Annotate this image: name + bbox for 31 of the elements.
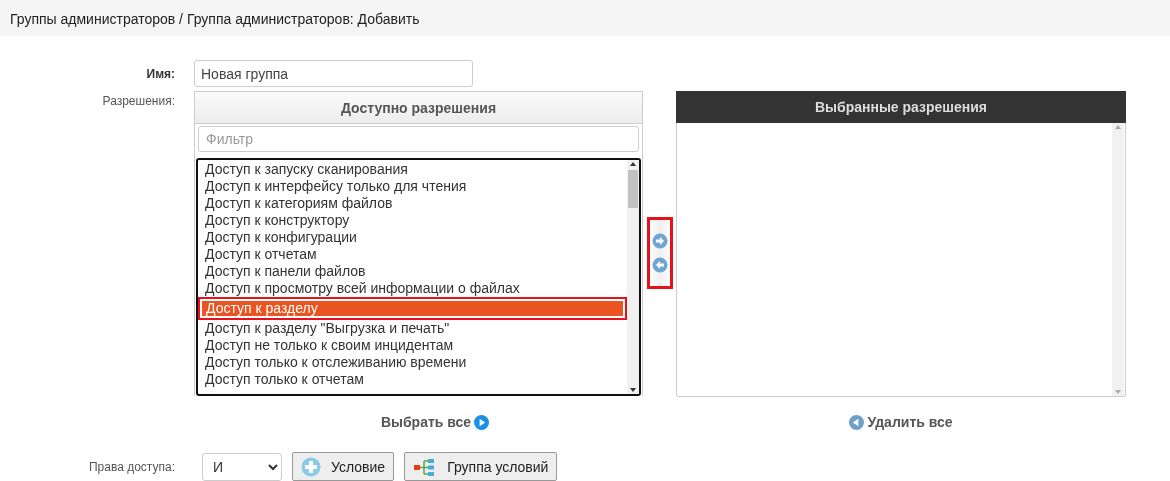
permission-item[interactable]: Доступ к конфигурации bbox=[200, 229, 625, 246]
breadcrumb: Группы администраторов / Группа администраторов: Добавить bbox=[10, 11, 420, 27]
permission-item[interactable]: Доступ к просмотру всей информации о файлах bbox=[200, 280, 625, 297]
back-icon[interactable] bbox=[849, 414, 865, 430]
permission-item[interactable]: Доступ только к отслеживанию времени bbox=[200, 354, 625, 371]
condition-group-button[interactable]: Группа условий bbox=[404, 452, 558, 481]
remove-all-link[interactable]: Удалить все bbox=[849, 414, 953, 430]
field-label: Имя: bbox=[145, 66, 175, 83]
permission-item[interactable]: Доступ к интерфейсу только для чтения bbox=[200, 178, 625, 195]
field-label: Разрешения: bbox=[101, 93, 175, 110]
permission-item[interactable]: Доступ к панели файлов bbox=[200, 263, 625, 280]
permission-item[interactable]: Доступ не только к своим инцидентам bbox=[200, 337, 625, 354]
permission-item[interactable]: Доступ к запуску сканирования bbox=[200, 161, 625, 178]
permission-item[interactable]: Доступ только к отчетам bbox=[200, 371, 625, 388]
scrollbar[interactable] bbox=[1112, 123, 1124, 396]
permission-item[interactable]: Доступ к разделу bbox=[201, 300, 624, 317]
permission-item[interactable]: Доступ к разделу "Выгрузка и печать" bbox=[200, 320, 625, 337]
permission-item[interactable]: Доступ к конструктору bbox=[200, 212, 625, 229]
permission-item[interactable]: Доступ к категориям файлов bbox=[200, 195, 625, 212]
operator-dropdown[interactable]: И bbox=[202, 452, 282, 481]
scrollbar[interactable] bbox=[627, 160, 639, 394]
play-icon[interactable] bbox=[474, 414, 490, 430]
panel-header: Выбранные разрешения bbox=[676, 91, 1126, 123]
filter-field[interactable]: Фильтр bbox=[198, 126, 639, 152]
name-field[interactable]: Новая группа bbox=[194, 60, 473, 87]
field-label: Права доступа: bbox=[87, 459, 175, 474]
select-all-link[interactable]: Выбрать все bbox=[380, 414, 490, 430]
panel-header: Доступно разрешения bbox=[195, 92, 642, 124]
permission-item[interactable]: Доступ к отчетам bbox=[200, 246, 625, 263]
condition-button[interactable]: Условие bbox=[292, 452, 395, 481]
plus-icon bbox=[301, 456, 321, 477]
